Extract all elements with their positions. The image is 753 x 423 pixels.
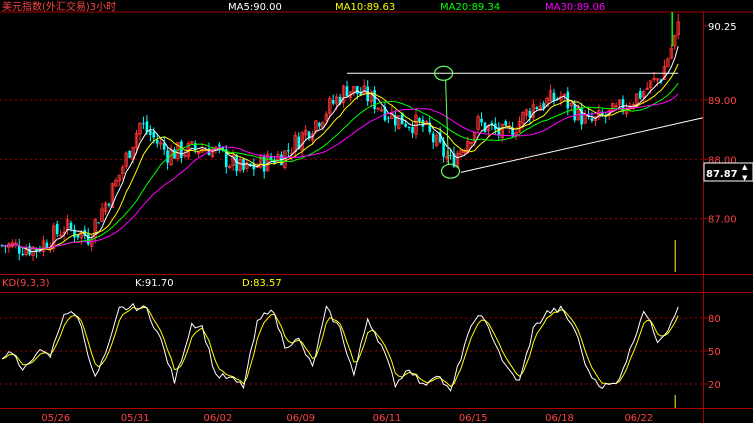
- candle-body-down: [387, 117, 390, 119]
- price-tick-label: 87.00: [708, 215, 737, 226]
- kd-axis-labels: 80 50 20: [708, 314, 721, 391]
- date-label: 06/18: [545, 413, 574, 423]
- candle-body-down: [483, 122, 487, 132]
- candle-body-down: [407, 126, 411, 128]
- k-value-label: K:91.70: [135, 278, 174, 289]
- candle-body-down: [166, 150, 169, 163]
- date-label: 06/02: [204, 413, 233, 423]
- candle-body-down: [573, 104, 576, 121]
- candle-body-down: [535, 107, 539, 110]
- candle-body-down: [145, 121, 149, 133]
- price-grid: [0, 25, 708, 220]
- scroll-up-icon[interactable]: ▲: [742, 163, 748, 171]
- kd-label: KD(9,3,3): [2, 278, 50, 289]
- price-axis-labels: 90.2589.0088.0087.00: [708, 22, 737, 226]
- candle-body-down: [418, 118, 421, 122]
- kd-tick-label: 50: [708, 347, 721, 358]
- candle-body-down: [552, 92, 556, 101]
- candle-body-down: [356, 86, 359, 94]
- date-label: 05/26: [41, 413, 70, 423]
- candle-body-down: [287, 149, 290, 152]
- date-label: 06/09: [286, 413, 315, 423]
- candle-body-down: [155, 140, 159, 144]
- candle-body-down: [431, 133, 435, 143]
- ma10-line: [1, 63, 679, 251]
- candle-body-down: [590, 118, 594, 121]
- kd-tick-label: 20: [708, 380, 721, 391]
- price-tick-label: 90.25: [708, 22, 737, 33]
- candle-body-down: [21, 253, 24, 255]
- candle-body-down: [128, 150, 131, 158]
- date-label: 06/22: [624, 413, 653, 423]
- candle-body-down: [97, 222, 100, 224]
- price-tick-label: 89.00: [708, 96, 737, 107]
- candle-body-down: [345, 86, 349, 97]
- candle-body-down: [411, 126, 414, 134]
- k-line: [1, 302, 679, 392]
- candle-body-down: [331, 100, 335, 104]
- ma5-legend: MA5:90.00: [228, 2, 282, 13]
- ma20-legend: MA20:89.34: [440, 2, 500, 13]
- date-label: 05/31: [121, 413, 150, 423]
- candle-body-down: [86, 234, 90, 245]
- candle-body-down: [373, 90, 376, 110]
- chart-title: 美元指数(外汇交易)3小时: [2, 0, 116, 13]
- candle-body-down: [69, 222, 73, 229]
- highlight-circle: [440, 163, 461, 179]
- candle-body-down: [318, 122, 321, 127]
- kd-lines: [1, 302, 679, 392]
- candle-body-down: [480, 118, 483, 123]
- candle-body-down: [218, 144, 221, 147]
- current-price-label: 87.87: [706, 169, 738, 180]
- kd-tick-label: 80: [708, 314, 721, 325]
- d-value-label: D:83.57: [242, 278, 282, 289]
- scroll-down-icon[interactable]: ▼: [742, 174, 748, 182]
- candle-body-down: [162, 143, 166, 150]
- candles: [0, 12, 680, 262]
- date-label: 06/15: [459, 413, 488, 423]
- candle-body-down: [142, 123, 145, 125]
- date-label: 06/11: [373, 413, 402, 423]
- date-axis: 05/26 05/31 06/02 06/09 06/11 06/15 06/18 06/22: [41, 413, 653, 423]
- candle-body-down: [107, 204, 111, 206]
- chart-svg: 05/26 05/31 06/02 06/09 06/11 06/15 06/18 06/22…: [0, 0, 753, 423]
- d-line: [1, 306, 679, 388]
- candle-body-down: [638, 91, 642, 99]
- candle-body-down: [449, 155, 452, 157]
- candle-body-down: [149, 130, 152, 135]
- ma30-legend: MA30:89.06: [545, 2, 605, 13]
- candle-body-down: [504, 121, 507, 126]
- candle-body-down: [180, 141, 183, 158]
- candle-body-down: [404, 123, 407, 127]
- candle-body-down: [152, 131, 156, 138]
- candle-body-down: [55, 223, 59, 234]
- ma10-legend: MA10:89.63: [335, 2, 395, 13]
